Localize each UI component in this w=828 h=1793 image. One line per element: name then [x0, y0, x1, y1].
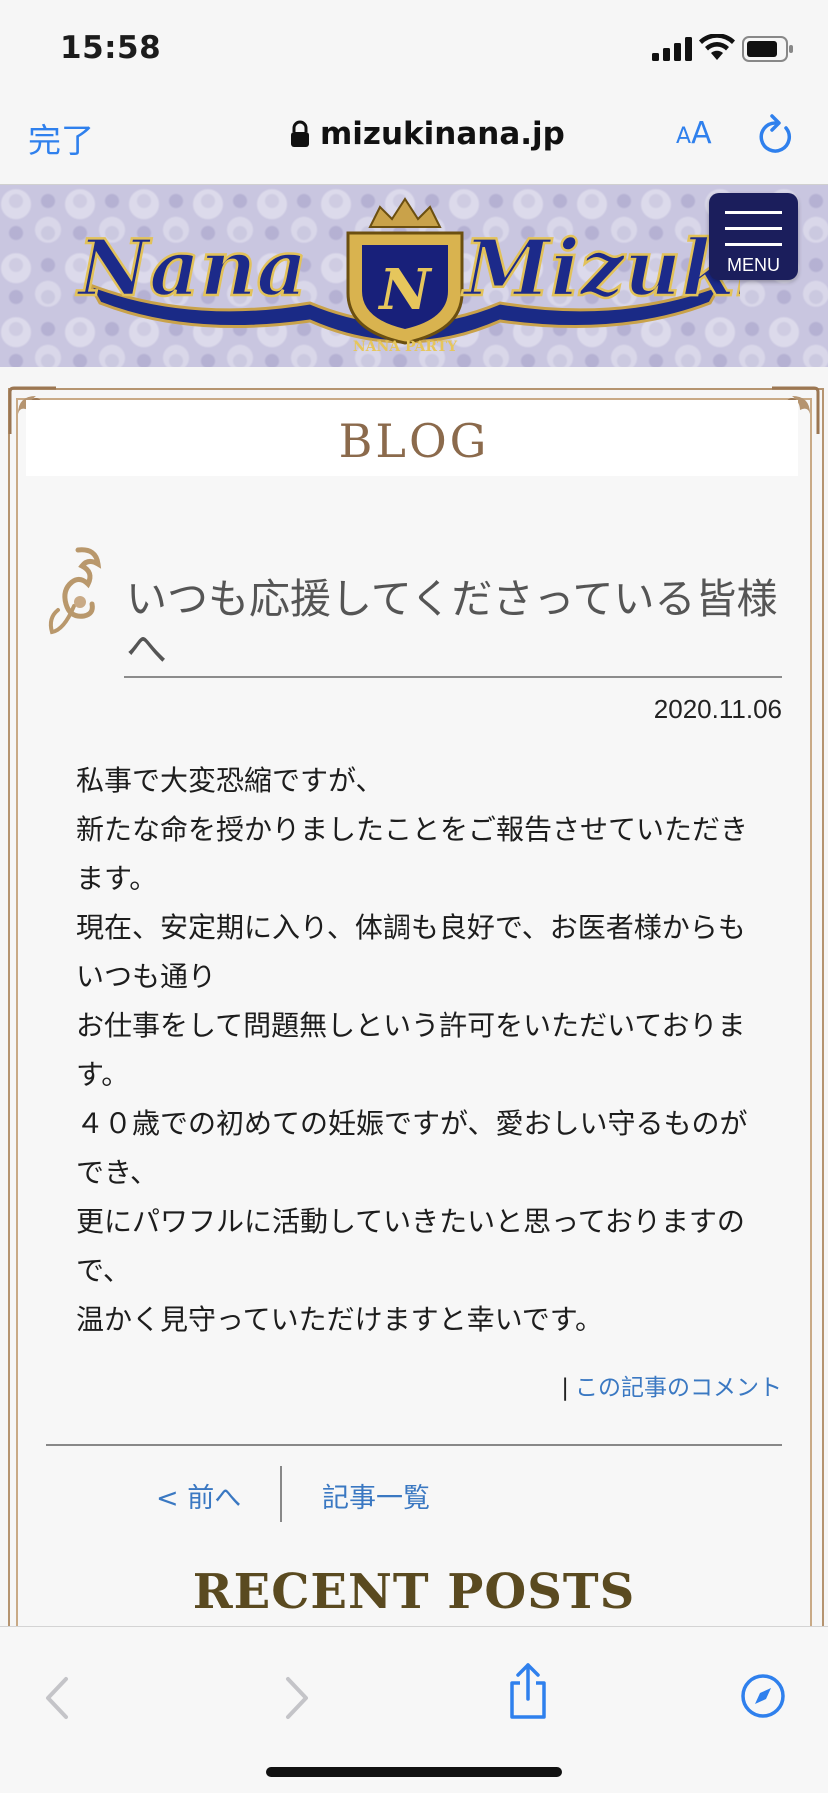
hamburger-icon: [725, 227, 782, 230]
flourish-ornament-icon: [48, 547, 102, 635]
browser-bottom-toolbar: [0, 1626, 828, 1793]
reload-icon[interactable]: [756, 114, 794, 156]
post-paragraph: 温かく見守っていただけますと幸いです。: [76, 1303, 603, 1336]
post-paragraph: 私事で大変恐縮ですが、: [76, 764, 384, 797]
text-size-large-glyph: A: [691, 116, 712, 151]
logo-emblem-letter: N: [377, 257, 432, 323]
url-text: mizukinana.jp: [320, 116, 565, 152]
blog-heading: BLOG: [338, 414, 490, 468]
site-logo[interactable]: N Nana Mizuki NANA PARTY: [70, 193, 740, 363]
site-header: N Nana Mizuki NANA PARTY: [0, 185, 828, 367]
lock-icon: [291, 120, 309, 147]
browser-top-bar: 完了 mizukinana.jp AA: [0, 100, 828, 185]
nav-divider-line: [46, 1444, 782, 1446]
battery-icon: [742, 36, 793, 62]
post-paragraph: 新たな命を授かりましたことをご報告させていただきます。: [76, 813, 749, 895]
post-paragraph: お仕事をして問題無しという許可をいただいております。: [76, 1009, 746, 1091]
title-underline: [124, 676, 782, 678]
forward-icon[interactable]: [282, 1675, 312, 1721]
comment-link[interactable]: この記事のコメント: [575, 1375, 782, 1401]
compass-icon[interactable]: [740, 1673, 786, 1719]
status-time: 15:58: [60, 30, 162, 66]
wifi-icon: [699, 34, 735, 60]
logo-ribbon-text: NANA PARTY: [353, 339, 458, 355]
home-indicator: [266, 1767, 562, 1777]
hamburger-icon: [725, 243, 782, 246]
comment-link-row: | この記事のコメント: [440, 1368, 782, 1402]
done-button[interactable]: 完了: [28, 114, 94, 162]
text-size-button[interactable]: AA: [676, 116, 712, 151]
post-paragraph: ４０歳での初めての妊娠ですが、愛おしい守るものができ、: [76, 1107, 748, 1189]
menu-button[interactable]: MENU: [709, 193, 798, 280]
back-icon[interactable]: [42, 1675, 72, 1721]
logo-text-right: Mizuki: [461, 223, 740, 314]
text-size-small-glyph: A: [676, 124, 692, 149]
post-body: 私事で大変恐縮ですが、 新たな命を授かりましたことをご報告させていただきます。 …: [76, 756, 770, 1344]
status-bar: 15:58: [0, 0, 828, 100]
menu-label: MENU: [727, 255, 780, 275]
signal-icon: [652, 37, 692, 61]
nav-vertical-divider: [280, 1466, 282, 1522]
post-paragraph: 現在、安定期に入り、体調も良好で、お医者様からもいつも通り: [76, 911, 746, 993]
prev-post-link[interactable]: < 前へ: [156, 1476, 241, 1515]
post-list-link[interactable]: 記事一覧: [322, 1476, 430, 1515]
comment-separator: |: [561, 1375, 569, 1401]
share-icon[interactable]: [506, 1661, 550, 1721]
logo-text-left: Nana: [75, 223, 307, 314]
recent-posts-heading: RECENT POSTS: [192, 1564, 636, 1620]
post-date: 2020.11.06: [653, 694, 782, 724]
post-paragraph: 更にパワフルに活動していきたいと思っておりますので、: [76, 1205, 745, 1287]
hamburger-icon: [725, 211, 782, 214]
post-title: いつも応援してくださっている皆様へ: [126, 575, 778, 673]
address-bar[interactable]: mizukinana.jp: [290, 116, 565, 152]
